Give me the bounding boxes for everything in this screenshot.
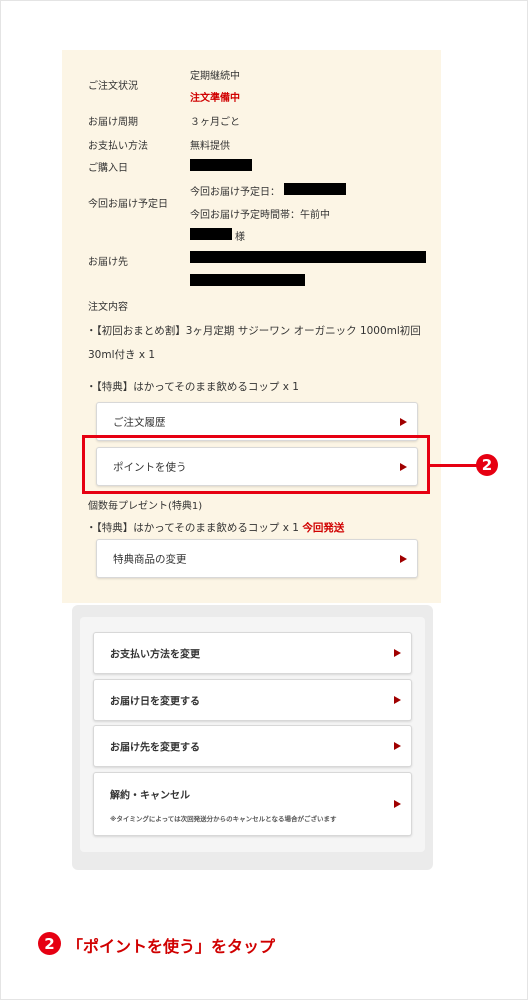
payment-value: 無料提供 [190,141,230,152]
delivery-label: 今回お届け予定日 [88,199,168,210]
order-history-label: ご注文履歴 [113,416,166,428]
redacted-purchase-date [190,159,252,171]
change-bonus-label: 特典商品の変更 [113,553,187,565]
delivery-time: 今回お届け予定時間帯：午前中 [190,210,330,221]
arrow-right-icon [394,800,401,808]
step-number-badge: 2 [476,454,498,476]
contents-label: 注文内容 [88,302,128,313]
purchase-date-label: ご購入日 [88,163,128,174]
cycle-label: お届け周期 [88,117,138,128]
status-value-continuing: 定期継続中 [190,71,240,82]
gift-line: ・【特典】はかってそのまま飲めるコップ x 1 [86,522,299,534]
change-address-button[interactable]: お届け先を変更する [93,725,412,767]
arrow-right-icon [400,417,407,426]
item-line-2: 30ml付き x 1 [88,349,156,361]
change-address-label: お届け先を変更する [110,742,200,754]
change-bonus-button[interactable]: 特典商品の変更 [96,539,418,578]
arrow-right-icon [394,649,401,657]
status-value-preparing: 注文準備中 [190,93,240,104]
redacted-address-line-1 [190,251,426,263]
item-line-1: ・【初回おまとめ割】3ヶ月定期 サジーワン オーガニック 1000ml初回 [86,325,421,337]
change-date-label: お届け日を変更する [110,696,200,708]
delivery-date-label: 今回お届け予定日： [190,187,280,198]
cycle-value: ３ヶ月ごと [190,117,240,128]
caption-number-badge: 2 [38,932,61,955]
address-label: お届け先 [88,257,128,268]
change-payment-button[interactable]: お支払い方法を変更 [93,632,412,674]
change-payment-label: お支払い方法を変更 [110,649,200,661]
gift-status: 今回発送 [302,522,345,534]
arrow-right-icon [394,696,401,704]
highlight-box [82,435,430,494]
instruction-caption: 「ポイントを使う」をタップ [67,937,276,956]
payment-label: お支払い方法 [88,141,148,152]
cancel-note: ※タイミングによっては次回発送分からのキャンセルとなる場合がございます [110,815,337,823]
redacted-address-line-2 [190,274,305,286]
arrow-right-icon [400,554,407,563]
callout-line [430,464,477,467]
recipient-suffix: 様 [235,232,245,243]
gift-heading: 個数毎プレゼント(特典1) [88,501,203,512]
redacted-recipient-name [190,228,232,240]
arrow-right-icon [394,742,401,750]
status-label: ご注文状況 [88,81,138,92]
cancel-label: 解約・キャンセル [110,790,190,802]
bonus-line: ・【特典】はかってそのまま飲めるコップ x 1 [86,381,299,393]
cancel-button[interactable]: 解約・キャンセル ※タイミングによっては次回発送分からのキャンセルとなる場合がご… [93,772,412,836]
change-date-button[interactable]: お届け日を変更する [93,679,412,721]
redacted-delivery-date [284,183,346,195]
